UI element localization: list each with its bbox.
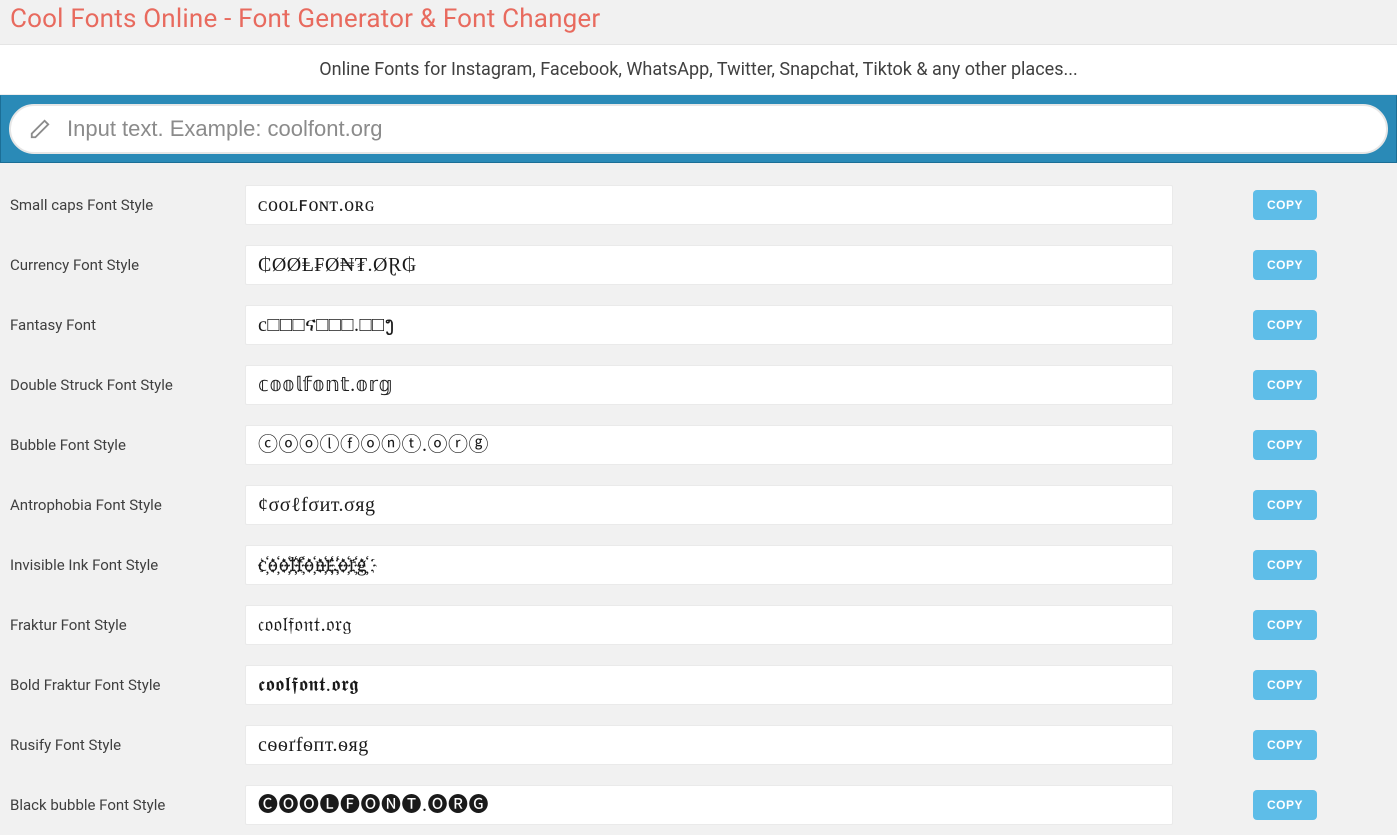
page-title: Cool Fonts Online - Font Generator & Fon… bbox=[10, 4, 1387, 34]
font-style-output[interactable]: c□□□ና□□□.□□ງ bbox=[245, 305, 1173, 345]
pencil-icon bbox=[29, 118, 51, 140]
font-style-label: Invisible Ink Font Style bbox=[10, 556, 235, 574]
font-style-label: Fantasy Font bbox=[10, 316, 235, 334]
font-style-output[interactable]: 𝖈𝖔𝖔𝖑𝖋𝖔𝖓𝖙.𝖔𝖗𝖌 bbox=[245, 665, 1173, 705]
font-style-row: Invisible Ink Font Style c҉o҉o҉l҉f҉o҉n҉t҉… bbox=[0, 535, 1397, 595]
font-style-label: Antrophobia Font Style bbox=[10, 496, 235, 514]
font-style-output[interactable]: 𝕔𝕠𝕠𝕝𝕗𝕠𝕟𝕥.𝕠𝕣𝕘 bbox=[245, 365, 1173, 405]
font-style-row: Double Struck Font Style 𝕔𝕠𝕠𝕝𝕗𝕠𝕟𝕥.𝕠𝕣𝕘 COPY bbox=[0, 355, 1397, 415]
font-style-label: Small caps Font Style bbox=[10, 196, 235, 214]
font-style-label: Rusify Font Style bbox=[10, 736, 235, 754]
copy-button[interactable]: COPY bbox=[1253, 610, 1317, 640]
copy-button[interactable]: COPY bbox=[1253, 730, 1317, 760]
copy-button[interactable]: COPY bbox=[1253, 370, 1317, 400]
font-style-row: Fraktur Font Style 𝔠𝔬𝔬𝔩𝔣𝔬𝔫𝔱.𝔬𝔯𝔤 COPY bbox=[0, 595, 1397, 655]
copy-button[interactable]: COPY bbox=[1253, 190, 1317, 220]
font-style-output[interactable]: c҉o҉o҉l҉f҉o҉n҉t҉.҉o҉r҉g҉ bbox=[245, 545, 1173, 585]
font-style-output[interactable]: ₵ØØⱠ₣Ø₦₮.ØⱤ₲ bbox=[245, 245, 1173, 285]
font-style-label: Currency Font Style bbox=[10, 256, 235, 274]
font-style-row: Small caps Font Style ᴄᴏᴏʟꜰᴏɴᴛ.ᴏʀɢ COPY bbox=[0, 175, 1397, 235]
font-style-row: Currency Font Style ₵ØØⱠ₣Ø₦₮.ØⱤ₲ COPY bbox=[0, 235, 1397, 295]
font-style-output[interactable]: ¢σσℓfσит.σяg bbox=[245, 485, 1173, 525]
font-style-label: Bold Fraktur Font Style bbox=[10, 676, 235, 694]
font-style-output[interactable]: 🅒🅞🅞🅛🅕🅞🅝🅣.🅞🅡🅖 bbox=[245, 785, 1173, 825]
font-style-label: Fraktur Font Style bbox=[10, 616, 235, 634]
input-container bbox=[0, 95, 1397, 163]
font-style-row: Rusify Font Style cѳѳґfѳпт.ѳяg COPY bbox=[0, 715, 1397, 775]
copy-button[interactable]: COPY bbox=[1253, 490, 1317, 520]
text-input[interactable] bbox=[9, 104, 1388, 154]
copy-button[interactable]: COPY bbox=[1253, 670, 1317, 700]
font-style-output[interactable]: cѳѳґfѳпт.ѳяg bbox=[245, 725, 1173, 765]
font-style-row: Black bubble Font Style 🅒🅞🅞🅛🅕🅞🅝🅣.🅞🅡🅖 COPY bbox=[0, 775, 1397, 835]
copy-button[interactable]: COPY bbox=[1253, 310, 1317, 340]
copy-button[interactable]: COPY bbox=[1253, 550, 1317, 580]
font-style-list: Small caps Font Styleᴄᴏᴏʟꜰᴏɴᴛ.ᴏʀɢCOPYCur… bbox=[0, 163, 1397, 835]
font-style-row: Bold Fraktur Font Style 𝖈𝖔𝖔𝖑𝖋𝖔𝖓𝖙.𝖔𝖗𝖌 COPY bbox=[0, 655, 1397, 715]
font-style-label: Black bubble Font Style bbox=[10, 796, 235, 814]
copy-button[interactable]: COPY bbox=[1253, 790, 1317, 820]
font-style-row: Bubble Font Style ⓒⓞⓞⓛⓕⓞⓝⓣ.ⓞⓡⓖ COPY bbox=[0, 415, 1397, 475]
font-style-row: Fantasy Font c□□□ና□□□.□□ງ COPY bbox=[0, 295, 1397, 355]
subtitle-bar: Online Fonts for Instagram, Facebook, Wh… bbox=[0, 45, 1397, 95]
font-style-label: Double Struck Font Style bbox=[10, 376, 235, 394]
font-style-output[interactable]: ᴄᴏᴏʟꜰᴏɴᴛ.ᴏʀɢ bbox=[245, 185, 1173, 225]
font-style-output[interactable]: 𝔠𝔬𝔬𝔩𝔣𝔬𝔫𝔱.𝔬𝔯𝔤 bbox=[245, 605, 1173, 645]
copy-button[interactable]: COPY bbox=[1253, 250, 1317, 280]
font-style-label: Bubble Font Style bbox=[10, 436, 235, 454]
font-style-row: Antrophobia Font Style ¢σσℓfσит.σяg COPY bbox=[0, 475, 1397, 535]
header-bar: Cool Fonts Online - Font Generator & Fon… bbox=[0, 0, 1397, 45]
copy-button[interactable]: COPY bbox=[1253, 430, 1317, 460]
font-style-output[interactable]: ⓒⓞⓞⓛⓕⓞⓝⓣ.ⓞⓡⓖ bbox=[245, 425, 1173, 465]
